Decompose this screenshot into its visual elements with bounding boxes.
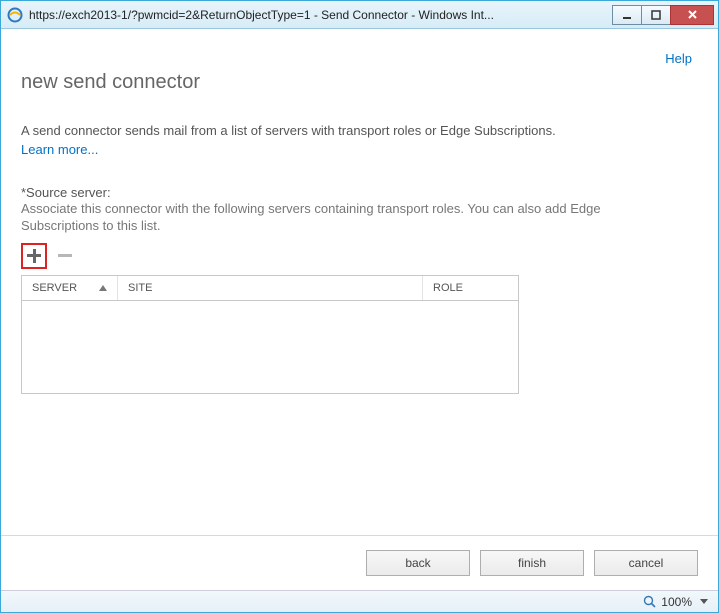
window-buttons: [613, 5, 714, 25]
grid-body-empty: [22, 301, 518, 393]
sort-asc-icon: [99, 285, 107, 291]
wizard-footer: back finish cancel: [1, 535, 718, 590]
window-frame: https://exch2013-1/?pwmcid=2&ReturnObjec…: [0, 0, 719, 613]
page-title: new send connector: [21, 71, 698, 94]
minus-icon: [58, 254, 72, 257]
zoom-dropdown-icon[interactable]: [700, 599, 708, 604]
maximize-button[interactable]: [641, 5, 671, 25]
column-site[interactable]: SITE: [118, 276, 423, 300]
ie-icon: [7, 7, 23, 23]
titlebar: https://exch2013-1/?pwmcid=2&ReturnObjec…: [1, 1, 718, 29]
close-button[interactable]: [670, 5, 714, 25]
status-bar: 100%: [1, 590, 718, 612]
column-role-label: ROLE: [433, 282, 463, 294]
zoom-icon[interactable]: [643, 595, 657, 609]
content-body: Help new send connector A send connector…: [1, 29, 718, 535]
content: Help new send connector A send connector…: [1, 29, 718, 612]
learn-more-link[interactable]: Learn more...: [21, 142, 98, 157]
add-button[interactable]: [21, 243, 47, 269]
column-site-label: SITE: [128, 282, 152, 294]
column-role[interactable]: ROLE: [423, 276, 518, 300]
plus-icon: [27, 249, 41, 263]
finish-button[interactable]: finish: [480, 550, 584, 576]
minimize-button[interactable]: [612, 5, 642, 25]
cancel-button[interactable]: cancel: [594, 550, 698, 576]
description-text: A send connector sends mail from a list …: [21, 122, 661, 140]
source-server-help: Associate this connector with the follow…: [21, 200, 661, 235]
grid-header: SERVER SITE ROLE: [22, 276, 518, 301]
help-link[interactable]: Help: [665, 51, 692, 66]
column-server[interactable]: SERVER: [22, 276, 118, 300]
zoom-level[interactable]: 100%: [661, 595, 692, 609]
list-toolbar: [21, 243, 698, 269]
server-grid: SERVER SITE ROLE: [21, 275, 519, 394]
source-server-label: *Source server:: [21, 185, 698, 200]
column-server-label: SERVER: [32, 282, 77, 294]
window-title: https://exch2013-1/?pwmcid=2&ReturnObjec…: [29, 8, 613, 22]
back-button[interactable]: back: [366, 550, 470, 576]
remove-button[interactable]: [53, 244, 77, 268]
